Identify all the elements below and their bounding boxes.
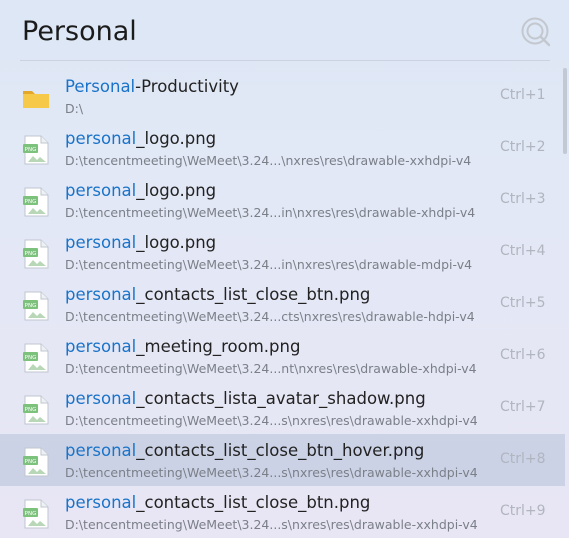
result-name-match: Personal	[65, 77, 136, 96]
result-name-match: personal	[65, 233, 137, 252]
result-name-rest: _contacts_list_close_btn.png	[136, 285, 371, 304]
result-path: D:\tencentmeeting\WeMeet\3.24...in\nxres…	[65, 205, 476, 220]
png-file-icon: PNG	[22, 291, 50, 321]
result-name-rest: -Productivity	[135, 77, 239, 96]
result-shortcut: Ctrl+1	[500, 87, 546, 103]
result-row[interactable]: PNG personal_meeting_room.png D:\tencentme…	[0, 330, 565, 382]
result-row[interactable]: PNG personal_logo.png D:\tencentmeeting\We…	[0, 174, 565, 226]
result-path: D:\tencentmeeting\WeMeet\3.24...cts\nxre…	[65, 309, 475, 324]
svg-text:PNG: PNG	[25, 303, 37, 309]
search-icon[interactable]	[519, 15, 553, 49]
result-row[interactable]: PNG personal_contacts_list_close_btn.png D…	[0, 486, 565, 538]
search-divider	[20, 60, 550, 61]
result-name-rest: _contacts_lista_avatar_shadow.png	[136, 389, 426, 408]
result-path: D:\tencentmeeting\WeMeet\3.24...s\nxres\…	[65, 465, 478, 480]
folder-icon	[22, 83, 50, 113]
result-name: personal_logo.png	[65, 129, 216, 148]
svg-text:PNG: PNG	[25, 511, 37, 517]
result-name-match: personal	[65, 285, 137, 304]
result-path: D:\tencentmeeting\WeMeet\3.24...s\nxres\…	[65, 413, 478, 428]
search-bar	[0, 0, 569, 60]
result-name-match: personal	[65, 441, 137, 460]
result-name-rest: _meeting_room.png	[136, 337, 301, 356]
result-name-match: personal	[65, 181, 137, 200]
result-name-match: personal	[65, 129, 137, 148]
result-name-rest: _logo.png	[136, 233, 217, 252]
result-name-rest: _logo.png	[136, 129, 217, 148]
result-path: D:\tencentmeeting\WeMeet\3.24...in\nxres…	[65, 257, 473, 272]
result-shortcut: Ctrl+8	[500, 451, 546, 467]
png-file-icon: PNG	[22, 239, 50, 269]
result-shortcut: Ctrl+5	[500, 295, 546, 311]
result-name: personal_contacts_list_close_btn.png	[65, 493, 370, 512]
result-row[interactable]: PNG personal_logo.png D:\tencentmeeting\We…	[0, 226, 565, 278]
result-name: personal_contacts_list_close_btn_hover.p…	[65, 441, 424, 460]
svg-text:PNG: PNG	[25, 407, 37, 413]
result-path: D:\tencentmeeting\WeMeet\3.24...s\nxres\…	[65, 517, 478, 532]
search-input[interactable]	[22, 12, 502, 50]
result-name: personal_contacts_lista_avatar_shadow.pn…	[65, 389, 426, 408]
result-row[interactable]: Personal-Productivity D:\ Ctrl+1	[0, 70, 565, 122]
results-list: Personal-Productivity D:\ Ctrl+1 PNG persona…	[0, 70, 565, 538]
result-name-rest: _contacts_list_close_btn_hover.png	[136, 441, 425, 460]
png-file-icon: PNG	[22, 447, 50, 477]
result-name: personal_logo.png	[65, 181, 216, 200]
png-file-icon: PNG	[22, 135, 50, 165]
result-row[interactable]: PNG personal_logo.png D:\tencentmeeting\We…	[0, 122, 565, 174]
result-shortcut: Ctrl+7	[500, 399, 546, 415]
svg-text:PNG: PNG	[25, 459, 37, 465]
result-shortcut: Ctrl+3	[500, 191, 546, 207]
png-file-icon: PNG	[22, 343, 50, 373]
result-shortcut: Ctrl+9	[500, 503, 546, 519]
result-name: personal_contacts_list_close_btn.png	[65, 285, 370, 304]
result-shortcut: Ctrl+2	[500, 139, 546, 155]
result-row[interactable]: PNG personal_contacts_list_close_btn.png D…	[0, 278, 565, 330]
png-file-icon: PNG	[22, 499, 50, 529]
result-name: personal_meeting_room.png	[65, 337, 300, 356]
result-name: Personal-Productivity	[65, 77, 239, 96]
result-name-rest: _logo.png	[136, 181, 217, 200]
result-row[interactable]: PNG personal_contacts_lista_avatar_shadow…	[0, 382, 565, 434]
png-file-icon: PNG	[22, 187, 50, 217]
result-name-rest: _contacts_list_close_btn.png	[136, 493, 371, 512]
result-row[interactable]: PNG personal_contacts_list_close_btn_hove…	[0, 434, 565, 486]
png-file-icon: PNG	[22, 395, 50, 425]
result-path: D:\tencentmeeting\WeMeet\3.24...nt\nxres…	[65, 361, 477, 376]
result-path: D:\tencentmeeting\WeMeet\3.24...\nxres\r…	[65, 153, 472, 168]
result-name: personal_logo.png	[65, 233, 216, 252]
result-name-match: personal	[65, 337, 137, 356]
result-name-match: personal	[65, 493, 137, 512]
result-shortcut: Ctrl+6	[500, 347, 546, 363]
svg-text:PNG: PNG	[25, 251, 37, 257]
svg-text:PNG: PNG	[25, 355, 37, 361]
svg-text:PNG: PNG	[25, 147, 37, 153]
result-path: D:\	[65, 101, 84, 116]
result-shortcut: Ctrl+4	[500, 243, 546, 259]
result-name-match: personal	[65, 389, 137, 408]
svg-text:PNG: PNG	[25, 199, 37, 205]
